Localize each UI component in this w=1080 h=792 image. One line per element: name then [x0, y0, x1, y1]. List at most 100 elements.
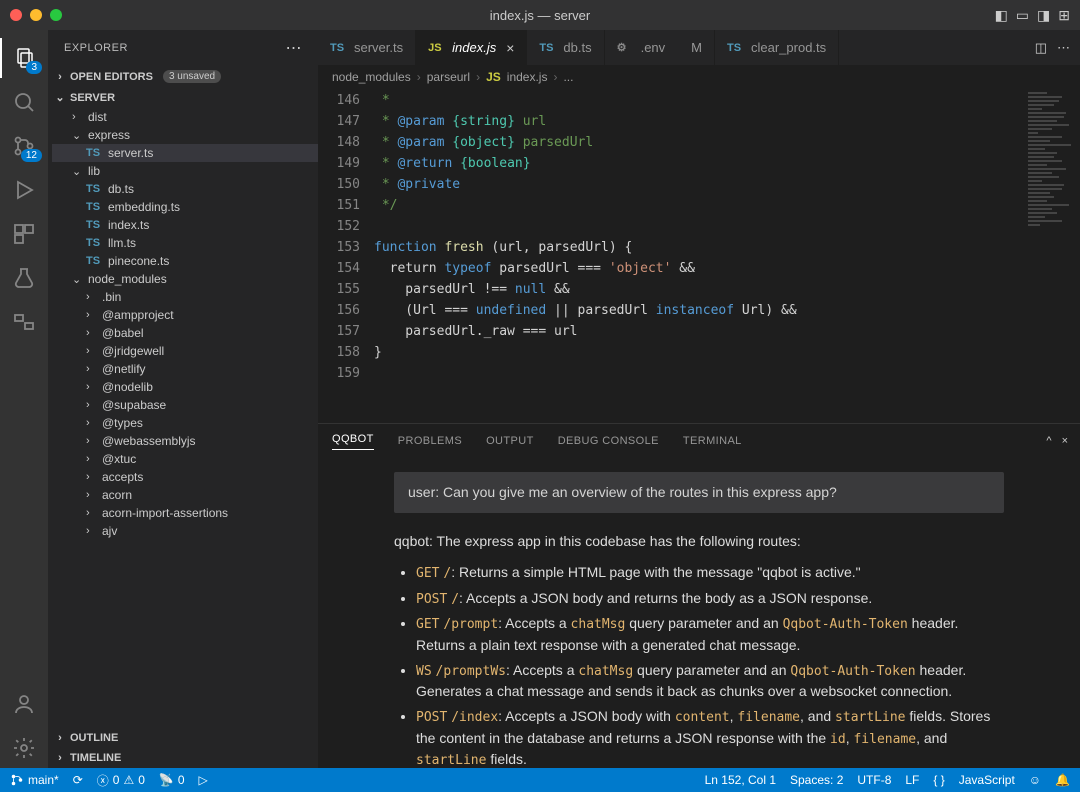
folder-webassemblyjs[interactable]: ›@webassemblyjs — [52, 432, 318, 450]
editor-area: TSserver.ts JSindex.js× TSdb.ts ⚙.envM T… — [318, 30, 1080, 768]
status-spaces[interactable]: Spaces: 2 — [790, 773, 843, 787]
tab-index[interactable]: JSindex.js× — [416, 30, 527, 65]
tab-server[interactable]: TSserver.ts — [318, 30, 416, 65]
folder-ampproject[interactable]: ›@ampproject — [52, 306, 318, 324]
chevron-down-icon: ⌄ — [54, 91, 66, 104]
run-debug-icon[interactable] — [0, 170, 48, 210]
panel-tab-qqbot[interactable]: QQBOT — [332, 433, 374, 450]
folder-ajv[interactable]: ›ajv — [52, 522, 318, 540]
close-icon[interactable]: × — [506, 40, 514, 56]
extensions-icon[interactable] — [0, 214, 48, 254]
panel-left-icon[interactable]: ◧ — [995, 7, 1008, 24]
file-db-ts[interactable]: TSdb.ts — [52, 180, 318, 198]
chat-bot-heading: qqbot: The express app in this codebase … — [394, 531, 1004, 552]
panel-tab-terminal[interactable]: TERMINAL — [683, 435, 742, 447]
status-sync[interactable]: ⟳ — [73, 773, 83, 787]
breadcrumb[interactable]: node_modules› parseurl› JSindex.js› ... — [318, 66, 1080, 88]
folder-lib[interactable]: ⌄lib — [52, 162, 318, 180]
folder-netlify[interactable]: ›@netlify — [52, 360, 318, 378]
layout-grid-icon[interactable]: ⊞ — [1058, 7, 1070, 24]
route-item: GET /prompt: Accepts a chatMsg query par… — [416, 613, 1004, 656]
accounts-icon[interactable] — [0, 684, 48, 724]
tab-env[interactable]: ⚙.envM — [605, 30, 715, 65]
chevron-right-icon: › — [54, 752, 66, 764]
sidebar-more-icon[interactable]: ⋯ — [286, 38, 303, 58]
file-llm-ts[interactable]: TSllm.ts — [52, 234, 318, 252]
panel-tab-debug[interactable]: DEBUG CONSOLE — [558, 435, 659, 447]
window-title: index.js — server — [490, 8, 590, 23]
folder-nodelib[interactable]: ›@nodelib — [52, 378, 318, 396]
folder-jridgewell[interactable]: ›@jridgewell — [52, 342, 318, 360]
panel-bottom-icon[interactable]: ▭ — [1016, 7, 1029, 24]
minimize-window-icon[interactable] — [30, 9, 42, 21]
panel-tab-problems[interactable]: PROBLEMS — [398, 435, 462, 447]
scm-badge: 12 — [21, 149, 42, 162]
status-encoding[interactable]: UTF-8 — [857, 773, 891, 787]
line-gutter: 146147148 149150151 152153154 155156157 … — [318, 88, 374, 423]
sidebar: EXPLORER ⋯ › OPEN EDITORS 3 unsaved ⌄ SE… — [48, 30, 318, 768]
editor-body[interactable]: 146147148 149150151 152153154 155156157 … — [318, 88, 1080, 423]
explorer-icon[interactable]: 3 — [0, 38, 48, 78]
outline-section[interactable]: › OUTLINE — [48, 728, 318, 748]
panel-tabs: QQBOT PROBLEMS OUTPUT DEBUG CONSOLE TERM… — [318, 424, 1080, 458]
status-cursor-pos[interactable]: Ln 152, Col 1 — [705, 773, 776, 787]
titlebar: index.js — server ◧ ▭ ◨ ⊞ — [0, 0, 1080, 30]
more-actions-icon[interactable]: ⋯ — [1057, 40, 1070, 56]
editor-tabs: TSserver.ts JSindex.js× TSdb.ts ⚙.envM T… — [318, 30, 1080, 66]
code-content[interactable]: * * @param {string} url * @param {object… — [374, 88, 1020, 423]
file-pinecone-ts[interactable]: TSpinecone.ts — [52, 252, 318, 270]
route-item: POST /: Accepts a JSON body and returns … — [416, 588, 1004, 610]
server-section[interactable]: ⌄ SERVER — [48, 87, 318, 108]
timeline-section[interactable]: › TIMELINE — [48, 748, 318, 768]
panel-right-icon[interactable]: ◨ — [1037, 7, 1050, 24]
file-tree: ›dist ⌄express TSserver.ts ⌄lib TSdb.ts … — [48, 108, 318, 728]
minimap[interactable] — [1020, 88, 1080, 423]
panel-tab-output[interactable]: OUTPUT — [486, 435, 534, 447]
layout-controls: ◧ ▭ ◨ ⊞ — [995, 7, 1070, 24]
maximize-window-icon[interactable] — [50, 9, 62, 21]
folder-supabase[interactable]: ›@supabase — [52, 396, 318, 414]
explorer-badge: 3 — [26, 61, 42, 74]
file-index-ts[interactable]: TSindex.ts — [52, 216, 318, 234]
folder-bin[interactable]: ›.bin — [52, 288, 318, 306]
folder-acorn-import[interactable]: ›acorn-import-assertions — [52, 504, 318, 522]
tab-clear-prod[interactable]: TSclear_prod.ts — [715, 30, 839, 65]
status-port[interactable]: 📡 0 — [159, 773, 185, 787]
remote-icon[interactable] — [0, 302, 48, 342]
status-eol[interactable]: LF — [905, 773, 919, 787]
folder-types[interactable]: ›@types — [52, 414, 318, 432]
folder-node-modules[interactable]: ⌄node_modules — [52, 270, 318, 288]
panel-maximize-icon[interactable]: ^ — [1046, 435, 1051, 447]
file-embedding-ts[interactable]: TSembedding.ts — [52, 198, 318, 216]
chevron-right-icon: › — [54, 71, 66, 83]
window-controls — [10, 9, 62, 21]
folder-acorn[interactable]: ›acorn — [52, 486, 318, 504]
folder-xtuc[interactable]: ›@xtuc — [52, 450, 318, 468]
status-bar: main* ⟳ ⓧ 0 ⚠ 0 📡 0 ▷ Ln 152, Col 1 Spac… — [0, 768, 1080, 792]
folder-express[interactable]: ⌄express — [52, 126, 318, 144]
unsaved-badge: 3 unsaved — [163, 70, 221, 83]
status-feedback-icon[interactable]: ☺ — [1029, 773, 1041, 787]
sidebar-title: EXPLORER — [64, 42, 128, 54]
status-braces[interactable]: { } — [933, 773, 944, 787]
source-control-icon[interactable]: 12 — [0, 126, 48, 166]
route-item: GET /: Returns a simple HTML page with t… — [416, 562, 1004, 584]
testing-icon[interactable] — [0, 258, 48, 298]
file-server-ts[interactable]: TSserver.ts — [52, 144, 318, 162]
close-window-icon[interactable] — [10, 9, 22, 21]
status-branch[interactable]: main* — [10, 773, 59, 787]
search-icon[interactable] — [0, 82, 48, 122]
status-errors[interactable]: ⓧ 0 ⚠ 0 — [97, 772, 145, 789]
status-broadcast[interactable]: ▷ — [199, 773, 208, 787]
open-editors-section[interactable]: › OPEN EDITORS 3 unsaved — [48, 66, 318, 87]
folder-dist[interactable]: ›dist — [52, 108, 318, 126]
split-editor-icon[interactable]: ◫ — [1035, 40, 1047, 56]
panel-close-icon[interactable]: × — [1062, 435, 1068, 447]
status-bell-icon[interactable]: 🔔 — [1055, 773, 1070, 787]
settings-gear-icon[interactable] — [0, 728, 48, 768]
status-language[interactable]: JavaScript — [959, 773, 1015, 787]
folder-babel[interactable]: ›@babel — [52, 324, 318, 342]
chat-user-message: user: Can you give me an overview of the… — [394, 472, 1004, 513]
tab-db[interactable]: TSdb.ts — [527, 30, 604, 65]
folder-accepts[interactable]: ›accepts — [52, 468, 318, 486]
